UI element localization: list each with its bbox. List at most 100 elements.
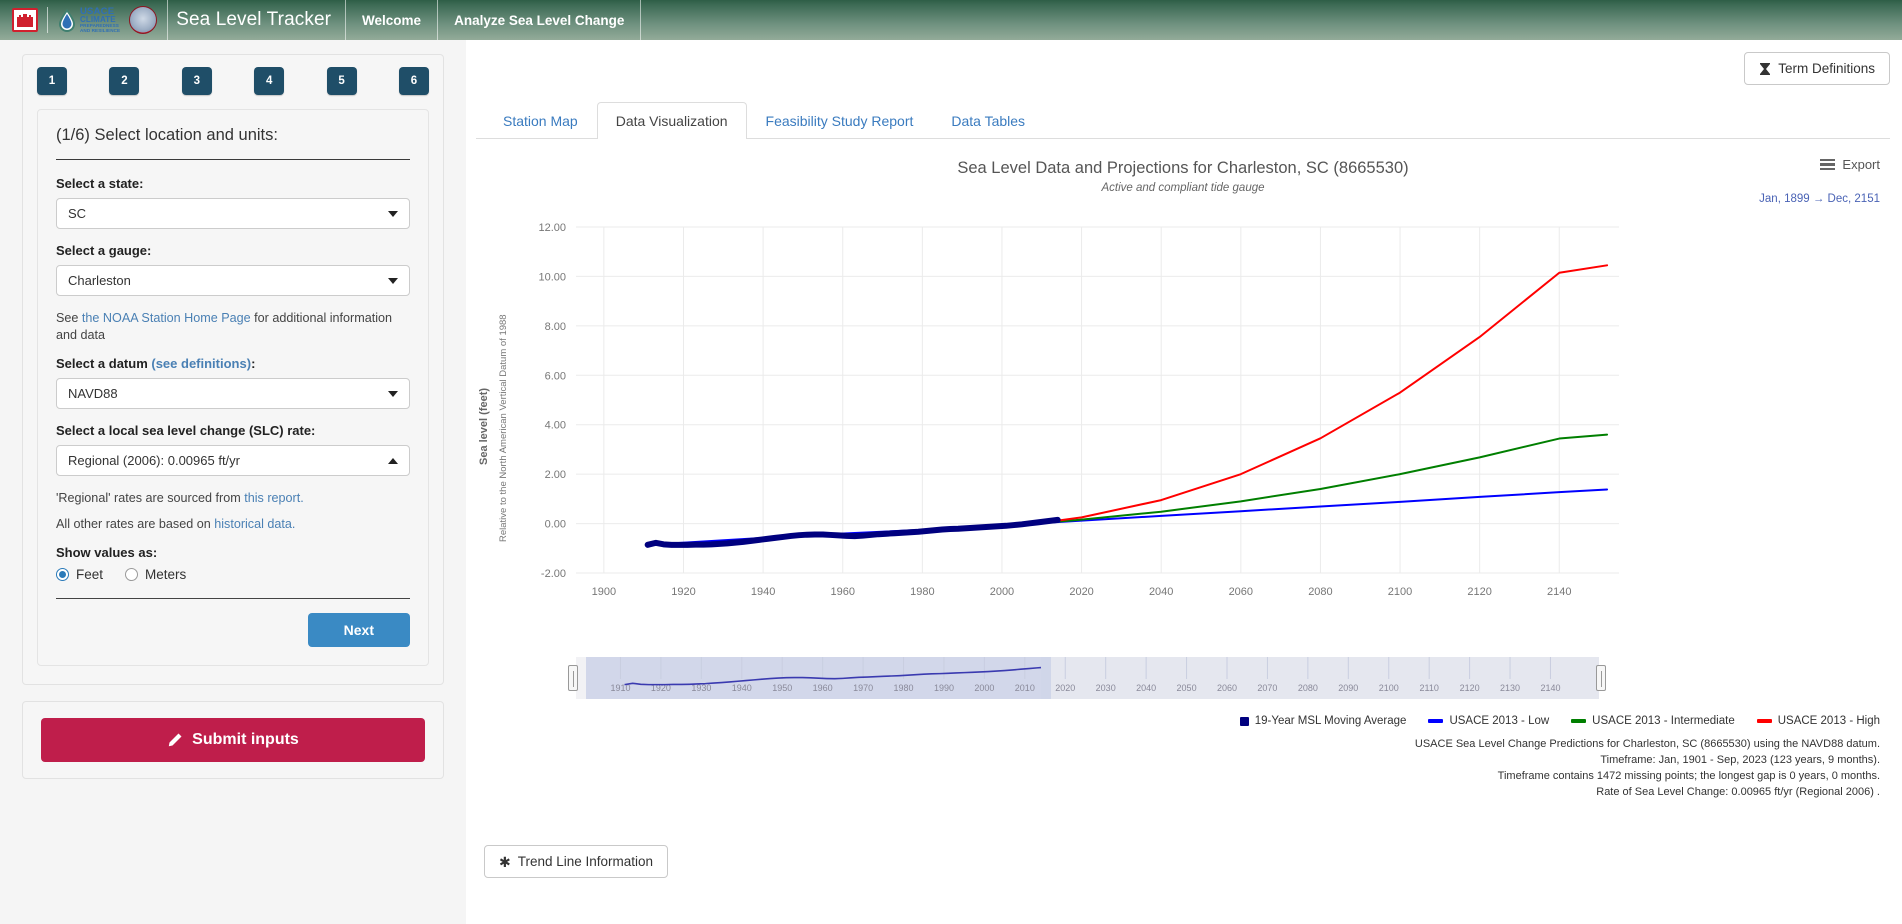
datum-select[interactable]: NAVD88 [56,378,410,409]
trend-line-information-button[interactable]: ✱ Trend Line Information [484,845,669,878]
sidebar: 1 2 3 4 5 6 (1/6) Select location and un… [0,40,466,924]
y-axis-tick-label: 4.00 [545,420,566,432]
legend-swatch-high [1756,719,1772,723]
chart-legend: 19-Year MSL Moving Average USACE 2013 - … [1239,715,1880,727]
datum-select-value: NAVD88 [68,386,118,401]
x-axis-tick-label: 2060 [1229,586,1253,598]
range-slider-track[interactable]: 1910 1920 1930 1940 1950 1960 1970 1980 1990 2000… [576,657,1599,699]
datum-label-suffix: : [251,356,256,371]
noaa-station-note: See the NOAA Station Home Page for addit… [56,310,410,344]
term-definitions-button[interactable]: Term Definitions [1744,52,1890,85]
x-axis-tick-label: 1920 [671,586,695,598]
step-button-1[interactable]: 1 [37,67,67,95]
gauge-label: Select a gauge: [56,243,152,258]
nav-item-analyze-sea-level-change[interactable]: Analyze Sea Level Change [438,0,642,40]
noaa-note-prefix: See [56,311,82,325]
panel-divider-top [56,159,410,160]
see-definitions-link[interactable]: (see definitions) [151,356,251,371]
step-button-4[interactable]: 4 [254,67,285,95]
step-button-6[interactable]: 6 [398,67,429,95]
y-axis-tick-label: 2.00 [545,469,566,481]
nav-item-welcome[interactable]: Welcome [346,0,439,40]
range-slider[interactable]: 1910 1920 1930 1940 1950 1960 1970 1980 1990 2000… [566,657,1609,699]
asterisk-icon: ✱ [499,853,511,870]
range-slider-tick-label: 1990 [934,683,954,693]
tab-feasibility-study-report[interactable]: Feasibility Study Report [747,102,933,139]
range-slider-handle-left[interactable] [568,665,578,691]
step-button-5[interactable]: 5 [326,67,357,95]
chart-title: Sea Level Data and Projections for Charl… [957,159,1409,177]
regional-rates-note: 'Regional' rates are sourced from this r… [56,490,410,507]
range-slider-preview: 1910 1920 1930 1940 1950 1960 1970 1980 1990 2000… [610,657,1560,693]
legend-item-usace-low[interactable]: USACE 2013 - Low [1428,715,1549,727]
radio-feet[interactable]: Feet [56,567,103,582]
x-axis-tick-label: 2000 [990,586,1014,598]
trend-line-information-label: Trend Line Information [517,854,654,869]
submit-panel: Submit inputs [22,701,444,779]
other-note-prefix: All other rates are based on [56,517,215,531]
chevron-down-icon [388,210,398,217]
chevron-down-icon [388,277,398,284]
gauge-select[interactable]: Charleston [56,265,410,296]
water-drop-icon [59,9,75,32]
date-range-label: Jan, 1899 → Dec, 2151 [1759,193,1880,205]
export-button[interactable]: Export [1820,157,1880,172]
submit-inputs-button[interactable]: Submit inputs [41,718,425,762]
range-slider-tick-label: 2040 [1136,683,1156,693]
datum-label-prefix: Select a datum [56,356,152,371]
range-slider-handle-right[interactable] [1596,665,1606,691]
slc-rate-select-value: Regional (2006): 0.00965 ft/yr [68,453,240,468]
x-axis-tick-label: 2140 [1547,586,1571,598]
other-rates-note: All other rates are based on historical … [56,516,410,533]
main-content: Term Definitions Station Map Data Visual… [466,40,1902,924]
y-axis-tick-label: -2.00 [541,568,566,580]
range-slider-tick-label: 2110 [1419,683,1438,693]
legend-item-usace-high[interactable]: USACE 2013 - High [1756,715,1880,727]
radio-meters[interactable]: Meters [125,567,186,582]
export-label: Export [1842,157,1880,172]
tab-data-tables[interactable]: Data Tables [932,102,1044,139]
noaa-station-home-page-link[interactable]: the NOAA Station Home Page [82,311,251,325]
x-axis-tick-label: 2080 [1308,586,1332,598]
step-button-3[interactable]: 3 [181,67,212,95]
step-button-2[interactable]: 2 [109,67,140,95]
radio-meters-label: Meters [145,567,187,582]
panel-title: (1/6) Select location and units: [56,126,278,144]
slc-rate-label: Select a local sea level change (SLC) ra… [56,423,316,438]
legend-swatch-low [1428,719,1444,723]
historical-data-link[interactable]: historical data. [214,517,295,531]
range-slider-tick-label: 1950 [772,683,792,693]
legend-item-msl-moving-average[interactable]: 19-Year MSL Moving Average [1239,715,1406,727]
tab-data-visualization[interactable]: Data Visualization [596,102,747,139]
next-button[interactable]: Next [307,613,410,647]
brand-divider [47,7,48,33]
range-slider-tick-label: 2140 [1540,683,1560,693]
x-axis-tick-label: 1900 [592,586,616,598]
agency-seal-icon [129,6,158,34]
page-body: 1 2 3 4 5 6 (1/6) Select location and un… [0,40,1902,924]
legend-item-usace-intermediate[interactable]: USACE 2013 - Intermediate [1571,715,1735,727]
state-select[interactable]: SC [56,198,410,229]
term-definitions-label: Term Definitions [1778,61,1875,76]
x-axis-tick-label: 1940 [751,586,775,598]
wizard-panel: 1 2 3 4 5 6 (1/6) Select location and un… [22,54,444,685]
pencil-icon [168,733,182,747]
range-slider-tick-label: 2020 [1055,683,1075,693]
chevron-down-icon [388,390,398,397]
y-axis-tick-label: 0.00 [545,519,566,531]
panel-divider-bottom [56,598,410,599]
chart-svg: 12.00 10.00 8.00 6.00 4.00 2.00 0.00 -2.00 1900 1… [538,222,1619,598]
tab-station-map[interactable]: Station Map [484,102,597,139]
legend-label-high: USACE 2013 - High [1777,715,1880,727]
series-line [969,264,1609,529]
y-axis-tick-label: 8.00 [545,321,566,333]
trend-button-row: ✱ Trend Line Information [484,845,669,878]
x-axis-tick-label: 1960 [830,586,854,598]
range-slider-tick-label: 1960 [813,683,833,693]
range-slider-tick-label: 2060 [1217,683,1237,693]
x-axis-tick-label: 2100 [1388,586,1412,598]
hamburger-menu-icon [1820,158,1836,171]
slc-rate-select[interactable]: Regional (2006): 0.00965 ft/yr [56,445,410,476]
this-report-link[interactable]: this report. [244,491,304,505]
tab-bar: Station Map Data Visualization Feasibili… [476,101,1890,139]
